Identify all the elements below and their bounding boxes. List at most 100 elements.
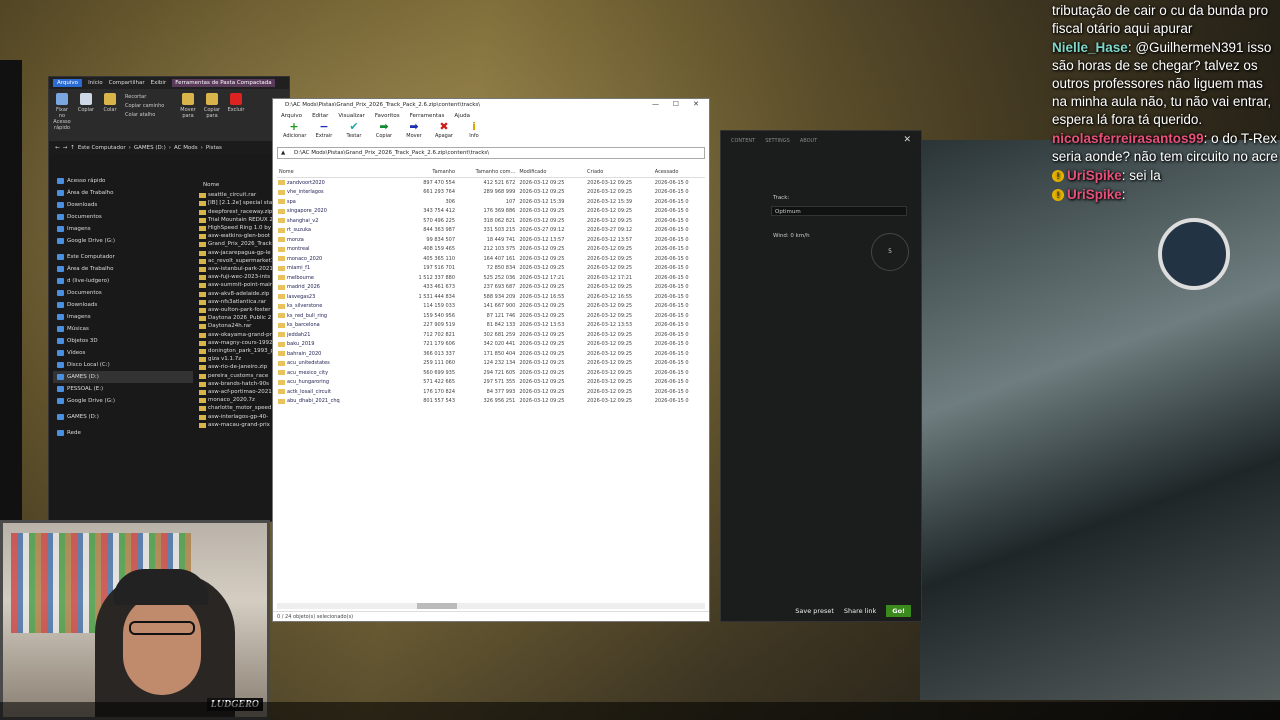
menu-visualizar[interactable]: Visualizar: [338, 113, 364, 119]
table-row[interactable]: miami_f1 197 516 701 72 850 834 2026-03-12 …: [277, 264, 705, 274]
paste-button[interactable]: Colar: [101, 93, 119, 137]
close-icon[interactable]: ✕: [903, 135, 911, 145]
nav-item[interactable]: Área de Trabalho: [53, 263, 193, 275]
nav-item[interactable]: Imagens: [53, 311, 193, 323]
table-row[interactable]: spa 306 107 2026-03-12 15:39 2026-03-12 15:3…: [277, 197, 705, 207]
table-row[interactable]: baku_2019 721 179 606 342 020 441 2026-03-1…: [277, 340, 705, 350]
tool-apagar-button[interactable]: ✖ Apagar: [433, 121, 455, 145]
folder-up-icon[interactable]: ▲: [281, 148, 285, 158]
breadcrumb[interactable]: ← → ↑ Este Computador › GAMES (D:) › AC Mo…: [49, 141, 289, 155]
tab-compartilhar[interactable]: Compartilhar: [109, 80, 145, 86]
tab-arquivo[interactable]: Arquivo: [53, 79, 83, 87]
nav-item[interactable]: Área de Trabalho: [53, 187, 193, 199]
nav-item[interactable]: Músicas: [53, 323, 193, 335]
nav-item[interactable]: Documentos: [53, 211, 193, 223]
nav-item[interactable]: d (live-ludgero): [53, 275, 193, 287]
go-button[interactable]: Go!: [886, 605, 911, 617]
column-header[interactable]: Nome: [277, 167, 401, 178]
table-row[interactable]: acu_hungaroring 571 422 665 297 571 355 202…: [277, 378, 705, 388]
table-row[interactable]: lasvegas23 1 531 444 834 588 934 209 2026-0…: [277, 292, 705, 302]
tool-info-button[interactable]: i Info: [463, 121, 485, 145]
track-select[interactable]: Optimum: [771, 206, 907, 216]
table-row[interactable]: acu_mexico_city 560 699 935 294 721 605 202…: [277, 368, 705, 378]
scrollbar-thumb[interactable]: [417, 603, 457, 609]
nav-item[interactable]: Vídeos: [53, 347, 193, 359]
delete-button[interactable]: Excluir: [227, 93, 245, 137]
tool-adicionar-button[interactable]: + Adicionar: [283, 121, 306, 145]
column-header[interactable]: Modificado: [517, 167, 586, 178]
cut-button[interactable]: Recortar: [125, 93, 173, 102]
nav-item[interactable]: GAMES (D:): [53, 411, 193, 423]
tab-inicio[interactable]: Início: [88, 80, 103, 86]
table-row[interactable]: zandvoort2020 897 470 554 412 521 672 2026-…: [277, 178, 705, 188]
wind-dial[interactable]: 5: [871, 233, 909, 271]
nav-item[interactable]: Rede: [53, 427, 193, 439]
menu-editar[interactable]: Editar: [312, 113, 328, 119]
paste-shortcut-button[interactable]: Colar atalho: [125, 111, 173, 120]
table-row[interactable]: acu_unitedstates 259 111 060 124 232 134 20…: [277, 359, 705, 369]
move-to-button[interactable]: Mover para: [179, 93, 197, 137]
tab-settings[interactable]: SETTINGS: [765, 138, 790, 144]
breadcrumb-item[interactable]: Este Computador: [78, 145, 126, 151]
share-link-button[interactable]: Share link: [844, 607, 876, 615]
pin-button[interactable]: Fixar no Acesso rápido: [53, 93, 71, 137]
table-row[interactable]: actk_losail_circuit 176 170 824 84 377 993…: [277, 387, 705, 397]
breadcrumb-item[interactable]: Pistas: [206, 145, 222, 151]
horizontal-scrollbar[interactable]: [277, 603, 705, 609]
table-row[interactable]: ks_silverstone 114 159 033 141 667 900 2026…: [277, 302, 705, 312]
menu-arquivo[interactable]: Arquivo: [281, 113, 302, 119]
nav-item[interactable]: Este Computador: [53, 251, 193, 263]
table-row[interactable]: ks_barcelona 227 909 519 81 842 133 2026-03…: [277, 321, 705, 331]
tab-content[interactable]: CONTENT: [731, 138, 755, 144]
copy-path-button[interactable]: Copiar caminho: [125, 102, 173, 111]
menu-ajuda[interactable]: Ajuda: [454, 113, 470, 119]
menu-ferramentas[interactable]: Ferramentas: [410, 113, 445, 119]
nav-item[interactable]: Downloads: [53, 299, 193, 311]
nav-item[interactable]: Google Drive (G:): [53, 395, 193, 407]
tool-extrair-button[interactable]: − Extrair: [313, 121, 335, 145]
maximize-icon[interactable]: ☐: [673, 100, 679, 108]
table-row[interactable]: monza 99 834 507 18 449 741 2026-03-12 13:5…: [277, 235, 705, 245]
up-icon[interactable]: ↑: [70, 145, 75, 151]
nav-item[interactable]: Downloads: [53, 199, 193, 211]
minimize-icon[interactable]: —: [652, 100, 659, 108]
tool-copiar-button[interactable]: ➡ Copiar: [373, 121, 395, 145]
copy-button[interactable]: Copiar: [77, 93, 95, 137]
menu-favoritos[interactable]: Favoritos: [375, 113, 400, 119]
nav-item[interactable]: GAMES (D:): [53, 371, 193, 383]
forward-icon[interactable]: →: [63, 145, 68, 151]
table-row[interactable]: rt_suzuka 844 363 987 331 503 215 2026-03-2…: [277, 226, 705, 236]
table-row[interactable]: abu_dhabi_2021_chq 801 557 543 326 956 251…: [277, 397, 705, 407]
column-header[interactable]: Acessado: [652, 167, 705, 178]
column-header[interactable]: Criado: [585, 167, 653, 178]
table-row[interactable]: jeddah21 712 702 821 302 681 259 2026-03-12…: [277, 330, 705, 340]
table-row[interactable]: ks_red_bull_ring 159 540 956 87 121 746 202…: [277, 311, 705, 321]
column-header[interactable]: Tamanho com...: [457, 167, 518, 178]
breadcrumb-item[interactable]: AC Mods: [174, 145, 198, 151]
breadcrumb-item[interactable]: GAMES (D:): [134, 145, 166, 151]
save-preset-button[interactable]: Save preset: [795, 607, 834, 615]
nav-item[interactable]: Imagens: [53, 223, 193, 235]
nav-item[interactable]: Documentos: [53, 287, 193, 299]
column-header[interactable]: Tamanho: [401, 167, 458, 178]
tab-exibir[interactable]: Exibir: [151, 80, 167, 86]
table-row[interactable]: bahrain_2020 366 013 337 171 850 404 2026-0…: [277, 349, 705, 359]
close-icon[interactable]: ✕: [693, 100, 699, 108]
nav-item[interactable]: Disco Local (C:): [53, 359, 193, 371]
address-field[interactable]: ▲ D:\AC Mods\Pistas\Grand_Prix_2026_Trac…: [277, 147, 705, 159]
tool-mover-button[interactable]: ➡ Mover: [403, 121, 425, 145]
tab-about[interactable]: ABOUT: [800, 138, 817, 144]
table-row[interactable]: melbourne 1 512 337 880 525 252 036 2026-03…: [277, 273, 705, 283]
tab-ferramentas-pasta[interactable]: Ferramentas de Pasta Compactada: [172, 79, 275, 87]
table-row[interactable]: shanghai_v2 570 496 225 318 062 821 2026-03…: [277, 216, 705, 226]
copy-to-button[interactable]: Copiar para: [203, 93, 221, 137]
table-row[interactable]: madrid_2026 433 461 673 237 693 687 2026-03…: [277, 283, 705, 293]
nav-item[interactable]: Google Drive (G:): [53, 235, 193, 247]
tool-testar-button[interactable]: ✔ Testar: [343, 121, 365, 145]
nav-item[interactable]: Objetos 3D: [53, 335, 193, 347]
nav-item[interactable]: PESSOAL (E:): [53, 383, 193, 395]
nav-item[interactable]: Acesso rápido: [53, 175, 193, 187]
table-row[interactable]: monaco_2020 405 365 110 164 407 161 2026-03…: [277, 254, 705, 264]
back-icon[interactable]: ←: [55, 145, 60, 151]
table-row[interactable]: vhe_interlagos 661 293 764 289 968 999 2026…: [277, 188, 705, 198]
